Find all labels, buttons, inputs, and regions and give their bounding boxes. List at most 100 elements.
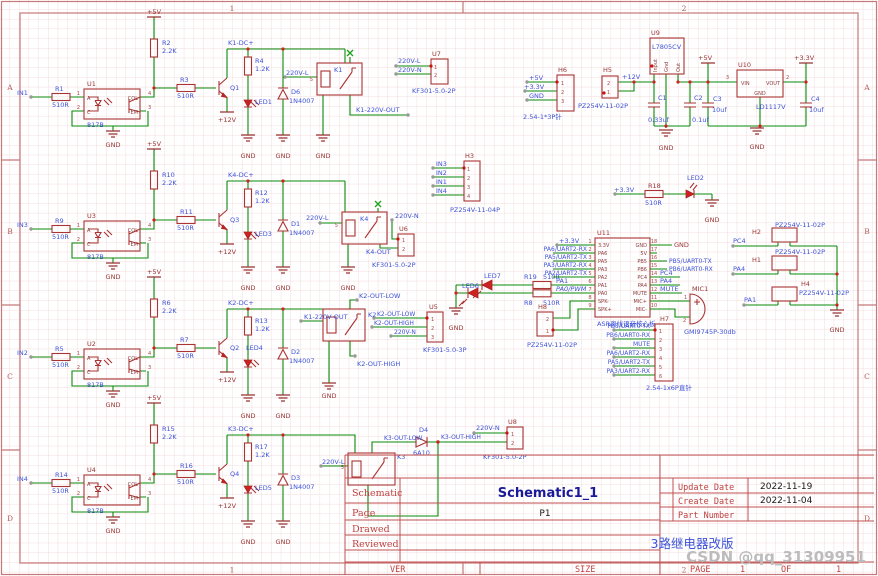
svg-text:PA4: PA4 xyxy=(660,277,672,285)
svg-text:U2: U2 xyxy=(87,340,96,348)
svg-text:PA5/UART2-TX: PA5/UART2-TX xyxy=(608,359,650,366)
schematic-canvas[interactable]: 1 2 1 2 A B C D A B C D IN1 R1 510R U1 817… xyxy=(0,0,878,576)
svg-text:C: C xyxy=(87,110,91,116)
svg-text:PB5/UART0-TX: PB5/UART0-TX xyxy=(669,258,712,265)
power-3v3-flag: +3.3V xyxy=(794,54,815,62)
svg-text:PB5: PB5 xyxy=(637,259,647,265)
ruler-col-1-top: 1 xyxy=(230,4,235,13)
ref-c1: C1 xyxy=(658,94,667,102)
svg-text:PA3/UART2-RX: PA3/UART2-RX xyxy=(544,262,587,269)
svg-text:PZ254V-11-02P: PZ254V-11-02P xyxy=(527,341,577,349)
svg-text:4: 4 xyxy=(588,263,591,269)
svg-text:2.2K: 2.2K xyxy=(162,179,177,187)
svg-text:GND: GND xyxy=(750,143,765,151)
svg-text:510R: 510R xyxy=(52,361,69,369)
svg-text:GND: GND xyxy=(674,241,689,249)
ruler-col-2-bottom: 2 xyxy=(682,566,687,575)
svg-text:PA5: PA5 xyxy=(598,259,607,265)
net-k1dc: K1-DC+ xyxy=(228,39,254,47)
svg-text:GND: GND xyxy=(241,538,256,546)
svg-text:KF301-5.0-2P: KF301-5.0-2P xyxy=(483,453,527,461)
svg-text:3: 3 xyxy=(588,255,591,261)
create-date-label: Create Date xyxy=(678,497,734,507)
svg-text:10uf: 10uf xyxy=(712,106,727,114)
svg-text:GND: GND xyxy=(241,152,256,160)
svg-text:+5V: +5V xyxy=(147,394,162,402)
svg-text:220V-L: 220V-L xyxy=(398,57,421,65)
svg-text:5: 5 xyxy=(588,271,591,277)
svg-text:PZ254V-11-02P: PZ254V-11-02P xyxy=(578,102,628,110)
svg-text:COL: COL xyxy=(128,96,138,102)
svg-text:2: 2 xyxy=(431,326,434,332)
update-date-label: Update Date xyxy=(678,483,734,493)
svg-text:GND: GND xyxy=(636,243,648,249)
svg-text:PA6: PA6 xyxy=(598,251,607,257)
svg-text:817B: 817B xyxy=(87,381,104,389)
svg-text:5: 5 xyxy=(335,223,338,229)
svg-text:+5V: +5V xyxy=(529,74,544,82)
svg-text:1: 1 xyxy=(77,477,80,483)
svg-text:GND: GND xyxy=(276,284,291,292)
svg-text:C: C xyxy=(87,496,91,502)
svg-text:R16: R16 xyxy=(180,462,193,470)
svg-text:2.2K: 2.2K xyxy=(162,307,177,315)
ref-k1: K1 xyxy=(334,66,342,74)
svg-text:2: 2 xyxy=(77,237,80,243)
svg-text:PA2: PA2 xyxy=(598,275,607,281)
svg-text:2: 2 xyxy=(467,176,470,182)
ref-u8: U8 xyxy=(508,418,517,426)
svg-text:D1: D1 xyxy=(291,220,300,228)
svg-text:510R: 510R xyxy=(645,199,662,207)
ref-led6: LED6 xyxy=(462,282,479,290)
svg-text:GND: GND xyxy=(106,401,121,409)
svg-text:+3.3V: +3.3V xyxy=(524,83,545,91)
svg-text:510R: 510R xyxy=(177,92,194,100)
svg-text:220V-N: 220V-N xyxy=(394,329,416,336)
ref-u11: U11 xyxy=(597,229,610,237)
svg-text:PC4: PC4 xyxy=(660,269,673,277)
svg-text:1N4007: 1N4007 xyxy=(289,97,315,105)
svg-text:R12: R12 xyxy=(255,189,268,197)
svg-text:817B: 817B xyxy=(87,121,104,129)
svg-text:+12V: +12V xyxy=(218,376,237,384)
svg-text:2: 2 xyxy=(402,247,405,253)
svg-text:GND: GND xyxy=(449,324,464,332)
net-in4: IN4 xyxy=(17,475,28,483)
net-k3-out-high: K3-OUT-HIGH xyxy=(441,434,481,441)
ref-r8: R8 xyxy=(524,299,533,307)
page-value: P1 xyxy=(539,509,550,519)
svg-text:PZ254V-11-02P: PZ254V-11-02P xyxy=(799,289,849,297)
svg-text:PB6: PB6 xyxy=(637,267,647,273)
svg-text:LED3: LED3 xyxy=(255,230,272,238)
ruler-row-c-right: C xyxy=(864,372,870,381)
svg-text:Gnd: Gnd xyxy=(664,62,670,72)
create-date-value: 2022-11-04 xyxy=(760,496,813,506)
svg-text:1: 1 xyxy=(77,91,80,97)
svg-text:0.1uf: 0.1uf xyxy=(692,116,709,124)
svg-text:3: 3 xyxy=(467,185,470,191)
svg-text:5: 5 xyxy=(659,365,662,371)
svg-text:MIC-: MIC- xyxy=(636,307,647,313)
svg-text:PA3: PA3 xyxy=(598,267,607,273)
svg-text:817B: 817B xyxy=(87,253,104,261)
power-5v: +5V xyxy=(147,8,162,16)
svg-text:R17: R17 xyxy=(255,443,268,451)
svg-text:GND: GND xyxy=(241,412,256,420)
svg-text:K2-OUT-HIGH: K2-OUT-HIGH xyxy=(374,320,414,327)
svg-text:PA2/UART2-TX: PA2/UART2-TX xyxy=(545,270,587,277)
svg-text:4: 4 xyxy=(659,356,662,362)
svg-text:1: 1 xyxy=(659,329,662,335)
ref-h1: H1 xyxy=(752,256,761,264)
net-in1: IN1 xyxy=(17,89,28,97)
ref-d6: D6 xyxy=(291,88,300,96)
svg-text:220V-N: 220V-N xyxy=(476,424,500,432)
svg-text:PA0/PWM: PA0/PWM xyxy=(556,285,587,293)
svg-text:COL: COL xyxy=(128,356,138,362)
ref-u6: U6 xyxy=(399,225,408,233)
svg-text:OF: OF xyxy=(781,565,791,575)
svg-text:A: A xyxy=(87,356,91,362)
svg-text:R11: R11 xyxy=(180,208,193,216)
svg-text:11: 11 xyxy=(651,295,657,301)
svg-text:PA4: PA4 xyxy=(638,283,647,289)
svg-text:6A10: 6A10 xyxy=(413,449,430,457)
